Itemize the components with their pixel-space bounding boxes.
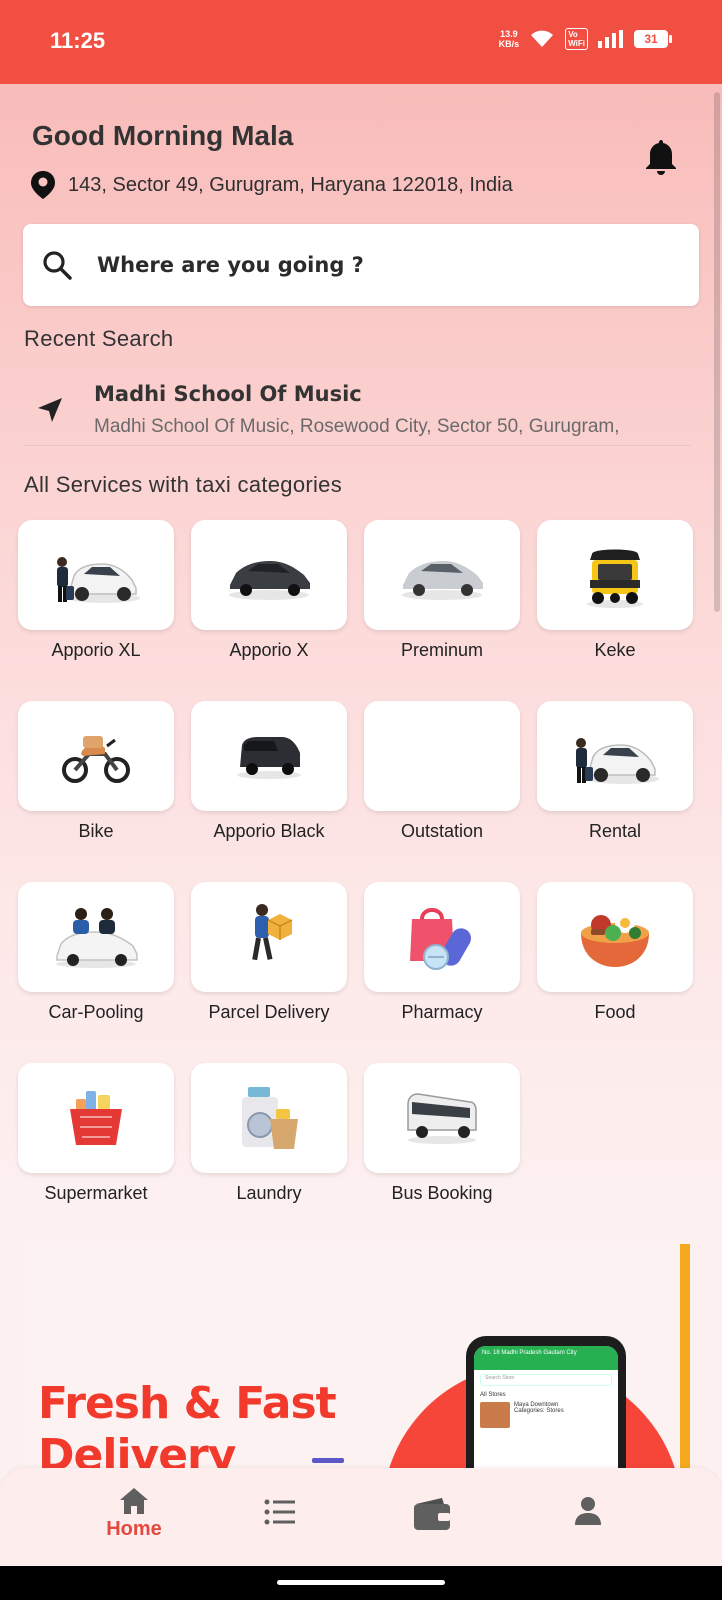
service-label: Outstation: [400, 821, 484, 841]
profile-icon: [575, 1497, 601, 1525]
gesture-handle[interactable]: [277, 1580, 445, 1585]
banner-indicator: [312, 1458, 344, 1463]
greeting-text: Good Morning Mala: [32, 120, 294, 151]
battery-icon: 31: [634, 30, 672, 48]
black-van-icon: [237, 737, 301, 779]
location-pin-icon: [31, 171, 55, 199]
service-label: Food: [594, 1002, 636, 1022]
service-label: Bike: [78, 821, 114, 841]
nav-bookings[interactable]: [240, 1498, 320, 1568]
recent-place-address: Madhi School Of Music, Rosewood City, Se…: [94, 416, 620, 437]
services-title: All Services with taxi categories: [24, 472, 343, 497]
home-icon: [120, 1488, 148, 1514]
service-tile-preminum[interactable]: Preminum: [364, 520, 520, 690]
volte-wifi-icon: Vo WiFi: [565, 28, 588, 50]
service-tile-apporio-black[interactable]: Apporio Black: [191, 701, 347, 871]
recent-search-title: Recent Search: [24, 326, 174, 351]
service-label: Rental: [588, 821, 642, 841]
gesture-navigation-bar: [0, 1566, 722, 1600]
network-speed: 13.9 KB/s: [498, 29, 520, 49]
next-banner-peek: [680, 1244, 690, 1468]
service-label: Laundry: [236, 1183, 302, 1203]
service-tile-bike[interactable]: Bike: [18, 701, 174, 871]
nav-home[interactable]: Home: [94, 1486, 174, 1556]
destination-search-input[interactable]: [97, 253, 657, 277]
carpool-icon: [56, 908, 138, 968]
service-label: Bus Booking: [391, 1183, 493, 1203]
status-icons: 13.9 KB/s Vo WiFi 31: [498, 28, 672, 50]
service-tile-apporio-xl[interactable]: Apporio XL: [18, 520, 174, 690]
navigation-arrow-icon: [38, 398, 62, 422]
current-address[interactable]: 143, Sector 49, Gurugram, Haryana 122018…: [30, 170, 513, 200]
silver-sedan-icon: [402, 561, 483, 600]
food-bowl-icon: [581, 913, 649, 967]
service-tile-laundry[interactable]: Laundry: [191, 1063, 347, 1233]
delivery-person-icon: [252, 904, 293, 961]
dark-sedan-icon: [229, 561, 310, 600]
motorbike-icon: [62, 736, 130, 783]
service-label: Car-Pooling: [48, 1002, 144, 1022]
banner-headline: Fresh & Fast Delivery: [38, 1378, 337, 1468]
laundry-icon: [242, 1087, 298, 1149]
service-tile-food[interactable]: Food: [537, 882, 693, 1052]
wallet-icon: [414, 1498, 450, 1530]
car-with-driver-icon: [576, 738, 659, 784]
auto-rickshaw-icon: [587, 549, 643, 608]
nav-wallet[interactable]: [392, 1496, 472, 1566]
signal-icon: [598, 30, 623, 48]
nav-home-label: Home: [106, 1518, 162, 1540]
bottom-navigation: Home: [0, 1468, 722, 1566]
service-tile-keke[interactable]: Keke: [537, 520, 693, 690]
service-tile-supermarket[interactable]: Supermarket: [18, 1063, 174, 1233]
service-label: Parcel Delivery: [208, 1002, 330, 1022]
notification-bell-icon[interactable]: [644, 138, 678, 176]
service-tile-car-pooling[interactable]: Car-Pooling: [18, 882, 174, 1052]
pharmacy-bag-icon: [410, 908, 471, 970]
nav-profile[interactable]: [548, 1496, 628, 1566]
service-tile-parcel-delivery[interactable]: Parcel Delivery: [191, 882, 347, 1052]
phone-mockup: No. 18 Madhi Pradesh Gautam City Search …: [466, 1336, 626, 1468]
promo-banner[interactable]: Fresh & Fast Delivery No. 18 Madhi Prade…: [22, 1244, 690, 1468]
service-label: Keke: [594, 640, 636, 660]
service-label: Supermarket: [44, 1183, 148, 1203]
service-label: Apporio XL: [51, 640, 141, 660]
scrollbar[interactable]: [714, 92, 720, 612]
address-text: 143, Sector 49, Gurugram, Haryana 122018…: [68, 173, 513, 196]
service-tile-pharmacy[interactable]: Pharmacy: [364, 882, 520, 1052]
status-bar: 11:25 13.9 KB/s Vo WiFi 31: [0, 0, 722, 84]
search-icon: [43, 251, 72, 280]
destination-search-box[interactable]: [23, 224, 699, 306]
wifi-icon: [531, 30, 554, 47]
service-tile-bus-booking[interactable]: Bus Booking: [364, 1063, 520, 1233]
service-label: Apporio X: [229, 640, 309, 660]
status-time: 11:25: [50, 28, 106, 53]
service-tile-apporio-x[interactable]: Apporio X: [191, 520, 347, 690]
car-with-driver-icon: [57, 557, 140, 603]
list-icon: [264, 1499, 295, 1525]
service-label: Apporio Black: [213, 821, 325, 841]
service-tile-rental[interactable]: Rental: [537, 701, 693, 871]
recent-search-item[interactable]: Madhi School Of Music Madhi School Of Mu…: [24, 376, 692, 446]
service-label: Preminum: [400, 640, 484, 660]
service-tile-outstation[interactable]: Outstation: [364, 701, 520, 871]
recent-place-name: Madhi School Of Music: [94, 382, 362, 406]
bus-icon: [407, 1093, 477, 1144]
grocery-basket-icon: [70, 1091, 122, 1145]
service-label: Pharmacy: [401, 1002, 483, 1022]
